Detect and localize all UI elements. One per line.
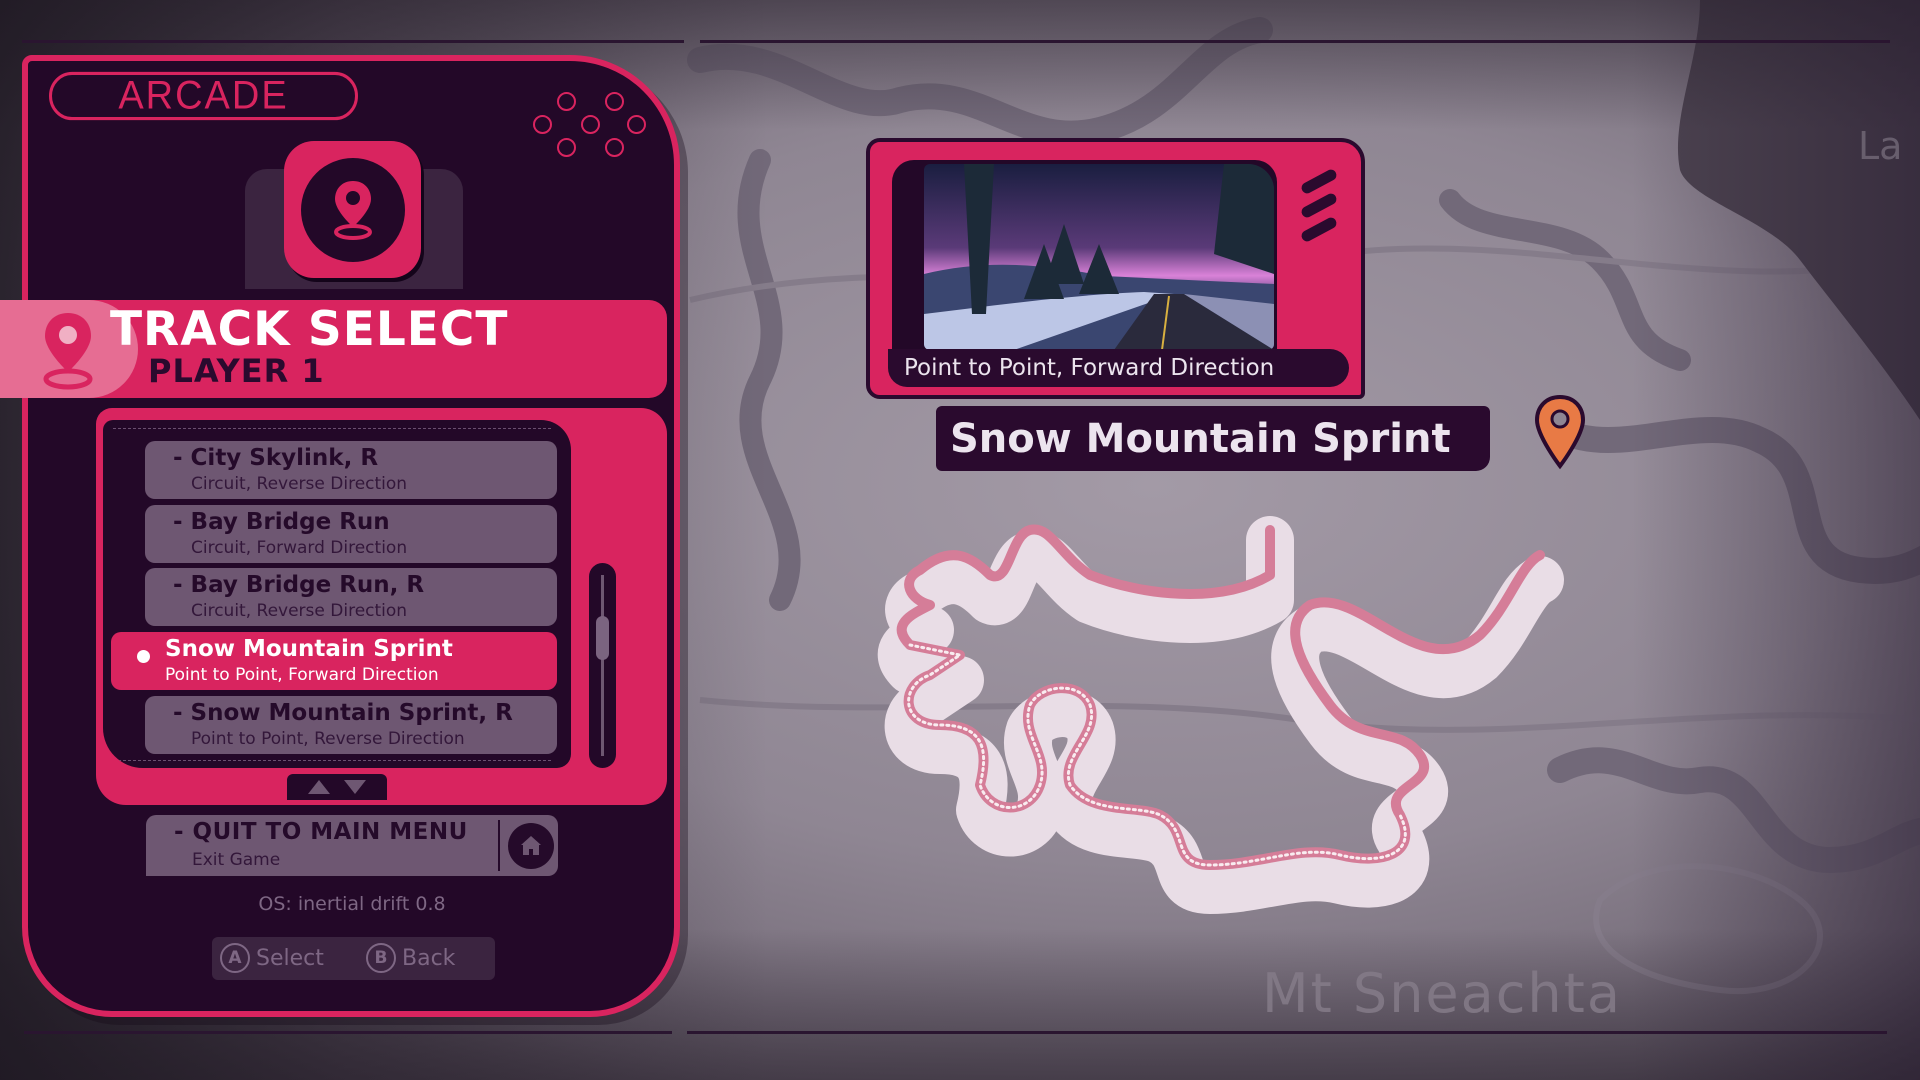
page-title: TRACK SELECT xyxy=(110,302,509,357)
select-hint-label: Select xyxy=(256,945,324,971)
track-list-scrollbar[interactable] xyxy=(589,563,616,768)
preview-caption: Point to Point, Forward Direction xyxy=(888,349,1349,387)
selected-bullet-icon xyxy=(137,650,150,663)
list-scroll-arrows[interactable] xyxy=(287,774,387,800)
map-road xyxy=(1547,747,1920,873)
top-divider-left xyxy=(22,40,684,43)
arrow-down-icon[interactable] xyxy=(344,780,366,794)
track-list-item-selected[interactable]: Snow Mountain Sprint Point to Point, For… xyxy=(111,632,557,690)
bottom-divider-left xyxy=(24,1031,672,1034)
list-divider xyxy=(113,760,551,761)
track-layout-3d xyxy=(877,516,1564,914)
quit-divider xyxy=(498,820,500,871)
player-label: PLAYER 1 xyxy=(148,352,325,390)
back-hint[interactable]: B Back xyxy=(366,943,455,973)
top-divider-right xyxy=(700,40,1890,43)
decorative-dots-icon xyxy=(529,92,646,158)
map-contour xyxy=(1593,863,1823,995)
mode-badge: ARCADE xyxy=(49,71,358,121)
select-hint[interactable]: A Select xyxy=(220,943,324,973)
map-partial-label: La xyxy=(1858,124,1903,168)
preview-screen-frame xyxy=(892,160,1277,355)
home-icon[interactable] xyxy=(508,823,554,869)
b-button-icon: B xyxy=(366,943,396,973)
back-hint-label: Back xyxy=(402,945,456,971)
list-divider xyxy=(113,428,551,429)
track-select-emblem xyxy=(284,141,421,278)
scrollbar-track xyxy=(601,575,604,756)
bottom-divider-right xyxy=(687,1031,1887,1034)
map-road xyxy=(1439,189,1691,371)
map-road xyxy=(1547,417,1920,584)
scrollbar-thumb[interactable] xyxy=(596,616,609,661)
selected-track-title: Snow Mountain Sprint xyxy=(936,406,1490,471)
track-preview-image xyxy=(924,164,1274,350)
track-list[interactable]: - City Skylink, R Circuit, Reverse Direc… xyxy=(103,420,571,768)
decorative-stripes-icon xyxy=(1299,167,1340,250)
track-list-item[interactable]: - City Skylink, R Circuit, Reverse Direc… xyxy=(145,441,557,499)
arrow-up-icon[interactable] xyxy=(308,780,330,794)
track-preview-card: Point to Point, Forward Direction xyxy=(866,138,1365,399)
track-list-item[interactable]: - Bay Bridge Run Circuit, Forward Direct… xyxy=(145,505,557,563)
map-region-label: Mt Sneachta xyxy=(1262,962,1622,1025)
controller-hints: A Select B Back xyxy=(212,937,495,980)
version-label: OS: inertial drift 0.8 xyxy=(258,893,446,915)
map-road xyxy=(687,17,1273,147)
location-pin-icon xyxy=(43,313,93,390)
location-pin-icon xyxy=(333,180,372,240)
a-button-icon: A xyxy=(220,943,250,973)
map-mountain-shape xyxy=(1677,0,1920,420)
track-list-item[interactable]: - Snow Mountain Sprint, R Point to Point… xyxy=(145,696,557,754)
quit-to-main-menu-button[interactable]: - QUIT TO MAIN MENU Exit Game xyxy=(146,815,558,876)
map-road xyxy=(737,149,801,611)
map-location-pin-icon xyxy=(1534,394,1586,470)
track-list-item[interactable]: - Bay Bridge Run, R Circuit, Reverse Dir… xyxy=(145,568,557,626)
